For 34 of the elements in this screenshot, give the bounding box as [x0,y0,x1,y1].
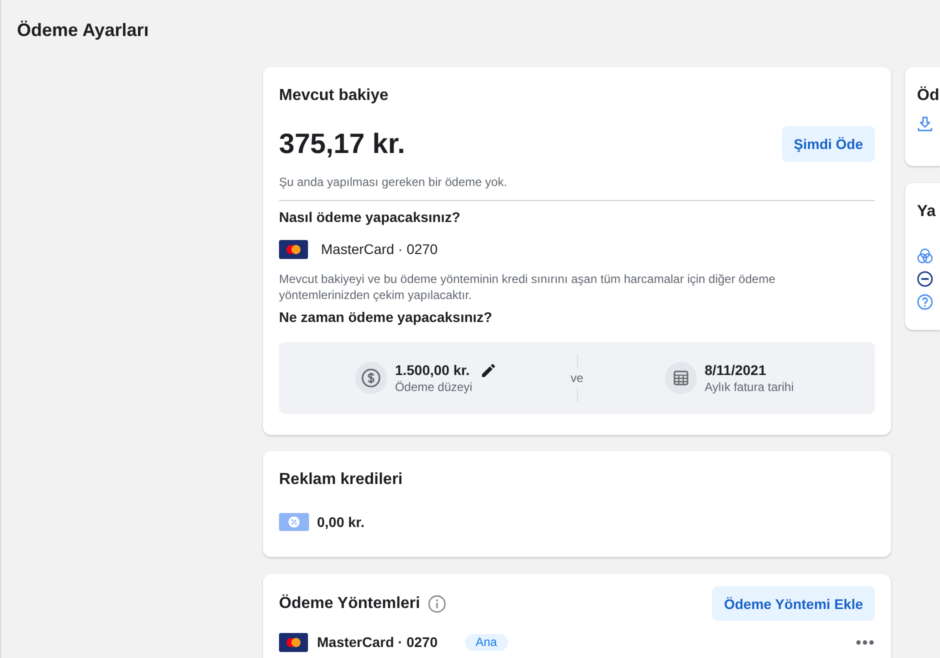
card-title: Reklam kredileri [279,470,404,490]
card-title: Mevcut bakiye [279,86,390,106]
schedule-value: 8/11/2021 [704,361,766,379]
card-icon [279,240,308,258]
page-title: Ödeme Ayarları [17,19,150,41]
section-heading: Nasıl ödeme yapacaksınız? [279,208,462,226]
method-note: Mevcut bakiyeyi ve bu ödeme yönteminin kredi sınırını aşan tüm harcamalar için diğer ödeme yöntemlerinizden çekim yapılacaktır. [279,271,776,303]
payment-method-name: MasterCard · 0270 [321,240,438,258]
balance-amount: 375,17 kr. [279,128,406,160]
side-card-title: Ya [917,202,937,222]
dollar-icon [354,362,387,394]
schedule-label: Ödeme düzeyi [394,379,474,395]
calendar-icon [664,362,697,394]
help-icon[interactable] [917,294,933,310]
card-title: Ödeme Yöntemleri [279,594,420,614]
side-card-title: Öd [917,86,940,106]
joiner-text: ve [570,370,584,387]
schedule-label: Aylık fatura tarihi [704,379,794,395]
minus-circle-icon[interactable] [917,271,933,287]
info-icon[interactable] [428,594,446,612]
download-icon[interactable] [917,116,933,132]
balance-note: Şu anda yapılması gereken bir ödeme yok. [279,174,508,190]
coupon-icon [279,513,309,531]
credit-amount: 0,00 kr. [317,513,364,531]
schedule-value: 1.500,00 kr. [394,361,470,379]
circles-icon[interactable] [917,248,933,264]
pay-now-button[interactable]: Şimdi Öde [782,126,875,162]
more-icon[interactable] [856,640,874,644]
add-payment-method-button[interactable]: Ödeme Yöntemi Ekle [712,586,875,621]
primary-badge: Ana [464,634,508,650]
section-heading: Ne zaman ödeme yapacaksınız? [279,308,494,326]
payment-method-name: MasterCard · 0270 [317,633,438,651]
pencil-icon[interactable] [482,364,495,376]
card-icon [279,632,308,652]
